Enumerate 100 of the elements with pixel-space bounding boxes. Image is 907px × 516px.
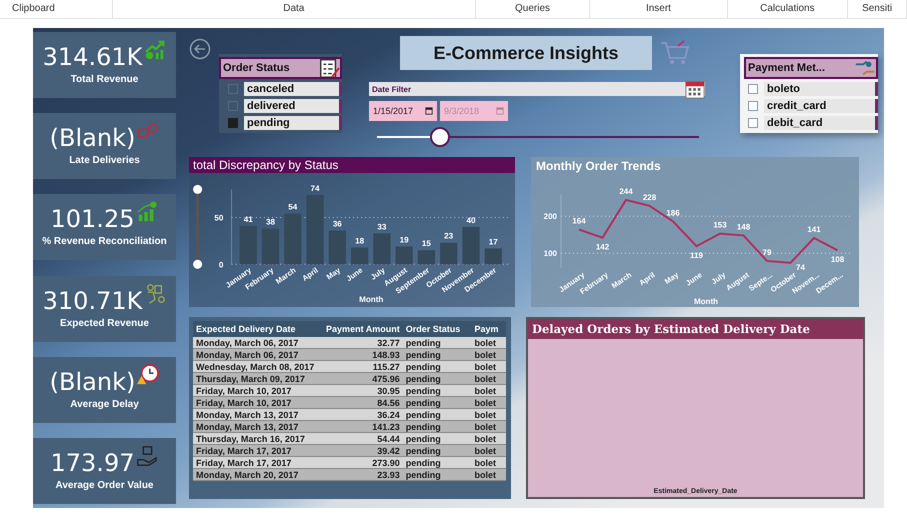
data-label: 19 [400,235,409,244]
data-label: 36 [332,220,342,229]
data-label: 40 [466,216,476,225]
date-field[interactable]: 1/15/2017 [369,101,437,121]
kpi-label: Total Revenue [70,74,138,85]
table-cell-text: bolet [473,422,497,432]
table-cell-text: bolet [473,386,497,396]
x-axis-title: Month [359,294,384,304]
column-header[interactable]: Expected Delivery Date [193,324,319,334]
kpi-label: Expected Revenue [60,318,149,329]
data-label: 108 [830,255,844,264]
table-cell-text: Monday, March 13, 2017 [195,410,300,420]
table-cell-text: 36.24 [376,410,401,420]
y-axis-tick: 0 [218,260,224,270]
table-cell-text: Thursday, March 16, 2017 [195,434,306,444]
slicer-item[interactable]: pending [244,116,342,130]
kpi-value: 101.25 [50,207,134,232]
table-cell-text: 273.90 [371,458,401,468]
data-label: 17 [488,237,498,246]
data-label: 164 [572,216,586,226]
slicer-title: Order Status [223,62,291,74]
table-cell-text: Monday, March 13, 2017 [195,422,300,432]
table-cell-text: bolet [473,458,497,468]
data-label: 54 [288,202,298,212]
table-cell-text: bolet [473,398,497,408]
checkbox[interactable] [748,84,758,94]
table-cell-text: pending [404,410,442,420]
data-label: 186 [666,208,680,218]
table-cell-text: bolet [473,362,497,372]
table-cell-text: Thursday, March 09, 2017 [195,374,306,384]
bar [373,233,390,264]
ribbon-group-label: Clipboard [0,0,113,18]
slicer-item[interactable]: credit_card [764,99,878,113]
bar [440,242,458,264]
x-axis-title: Month [694,297,718,306]
slicer-item[interactable]: canceled [244,82,342,96]
checkbox[interactable] [228,118,238,128]
table-cell-text: pending [404,374,442,384]
column-header[interactable]: Order Status [402,324,472,334]
date-range-slider[interactable] [377,128,699,146]
table-cell-text: 115.27 [372,362,401,372]
table-cell-text: pending [404,350,442,360]
zoom-slider[interactable] [193,184,202,269]
checkbox[interactable] [748,118,758,128]
bar [396,246,413,264]
table-cell-text: 84.56 [376,398,401,408]
checkbox[interactable] [748,101,758,111]
calendar-icon[interactable] [425,107,433,115]
kpi-label: % Revenue Reconciliation [42,236,167,248]
y-axis-tick: 50 [214,214,224,222]
table-cell-text: 39.42 [376,446,401,456]
column-header[interactable]: Payment Amount [318,324,403,334]
ribbon-group-label: Insert [590,0,728,18]
table-cell-text: 32.77 [376,338,401,348]
table-cell-text: bolet [473,470,497,480]
data-label: 119 [690,251,703,260]
table-cell-text: pending [404,458,442,468]
data-label: 23 [444,232,454,241]
table-cell-text: bolet [473,446,497,456]
table-cell-text: Friday, March 17, 2017 [195,458,292,468]
data-label: 74 [796,263,805,272]
table-cell-text: Friday, March 10, 2017 [195,386,292,396]
table-cell-text: 141.23 [371,422,401,432]
kpi-value: (Blank) [50,126,136,150]
bar [328,230,346,264]
data-label: 153 [713,220,727,230]
date-filter-title: Date Filter [372,84,412,94]
table-cell-text: 23.93 [376,470,401,480]
data-label: 148 [736,222,750,232]
chart-title: total Discrepancy by Status [189,157,515,173]
chart-title: Monthly Order Trends [535,158,662,175]
y-axis-tick: 100 [544,249,557,258]
kpi-value: 173.97 [50,450,134,475]
ribbon-group-label: Queries [476,0,590,18]
bar [262,228,280,264]
table-cell-text: pending [404,398,442,408]
table-cell-text: pending [404,362,442,372]
kpi-label: Late Deliveries [69,155,140,166]
table-cell-text: 30.95 [376,386,401,396]
calendar-icon[interactable] [685,79,705,99]
bar [484,248,502,264]
slicer-title: Payment Met... [748,62,826,74]
table-cell-text: Friday, March 17, 2017 [195,446,292,456]
kpi-label: Average Order Value [55,480,154,491]
table-cell-text: bolet [473,374,497,384]
ribbon-group-label: Sensiti [848,0,907,18]
table-cell-text: bolet [473,410,497,420]
table-cell-text: Monday, March 06, 2017 [195,350,300,360]
bar [306,195,324,264]
growth-chart-icon [144,39,166,61]
data-label: 141 [807,225,821,234]
slicer-item[interactable]: debit_card [764,116,878,130]
hand-with-box-icon [136,444,158,467]
slicer-item[interactable]: boleto [764,82,878,96]
column-header[interactable]: Paym [471,324,506,334]
table-cell-text: Friday, March 10, 2017 [195,398,292,408]
slicer-item[interactable]: delivered [244,99,342,113]
data-label: 244 [619,186,633,196]
table-cell-text: pending [404,470,442,480]
chart-title: Delayed Orders by Estimated Delivery Date [528,319,863,339]
